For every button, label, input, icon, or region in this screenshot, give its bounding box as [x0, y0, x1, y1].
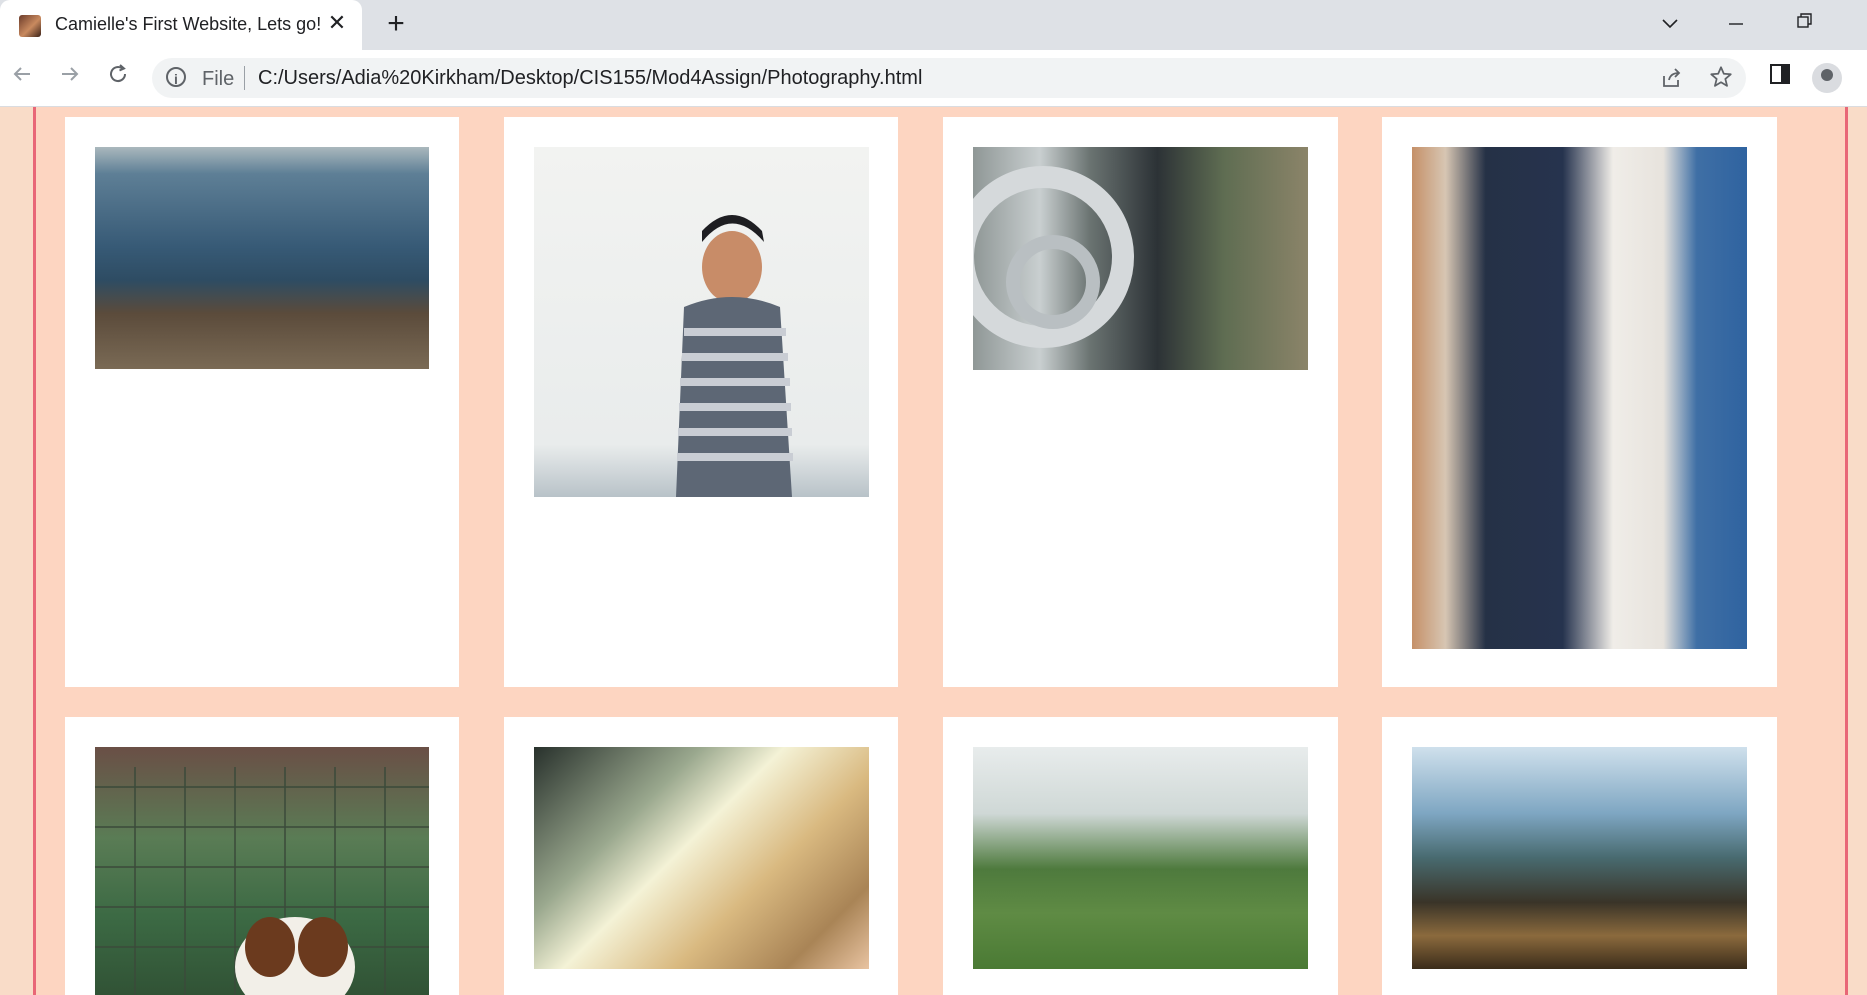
photo-wedding-couple[interactable]: [1412, 147, 1747, 649]
photo-beach-pose[interactable]: [95, 147, 429, 369]
plus-icon[interactable]: +: [380, 9, 412, 41]
minimize-icon[interactable]: [1716, 8, 1756, 40]
gallery-card: [504, 717, 898, 995]
divider: [244, 66, 245, 90]
photo-man-striped-shirt[interactable]: [534, 147, 869, 497]
photo-field-costumes[interactable]: [973, 747, 1308, 969]
browser-tab[interactable]: Camielle's First Website, Lets go! ✕: [0, 0, 362, 50]
photo-fluffy-dog[interactable]: [534, 747, 869, 969]
page-content: [0, 107, 1867, 995]
photo-dog-fence[interactable]: [95, 747, 429, 995]
sidebar-icon[interactable]: [1764, 62, 1796, 94]
gallery-card: [943, 717, 1338, 995]
address-bar[interactable]: i File C:/Users/Adia%20Kirkham/Desktop/C…: [152, 58, 1746, 98]
photo-spiral-sculpture[interactable]: [952, 147, 1308, 370]
scheme-label: File: [202, 68, 235, 90]
gallery-card: [1382, 117, 1777, 687]
restore-icon[interactable]: [1785, 8, 1825, 40]
gallery-card: [504, 117, 898, 687]
back-icon[interactable]: [6, 62, 38, 94]
info-icon[interactable]: i: [166, 67, 186, 87]
chevron-down-icon[interactable]: [1650, 8, 1690, 40]
gallery-card: [65, 117, 459, 687]
photo-cave-lake[interactable]: [1412, 747, 1747, 969]
gallery-panel: [33, 107, 1848, 995]
star-icon[interactable]: [1708, 64, 1734, 97]
gallery-card: [943, 117, 1338, 687]
tab-strip: Camielle's First Website, Lets go! ✕ +: [0, 0, 1867, 50]
profile-icon[interactable]: [1812, 63, 1842, 93]
forward-icon[interactable]: [54, 62, 86, 94]
favicon-icon: [19, 15, 41, 37]
url-text[interactable]: C:/Users/Adia%20Kirkham/Desktop/CIS155/M…: [258, 67, 922, 90]
tab-title: Camielle's First Website, Lets go!: [55, 14, 322, 34]
reload-icon[interactable]: [102, 62, 134, 94]
share-icon[interactable]: [1660, 66, 1684, 96]
gallery-card: [65, 717, 459, 995]
close-icon[interactable]: ✕: [325, 11, 349, 35]
gallery-card: [1382, 717, 1777, 995]
browser-toolbar: i File C:/Users/Adia%20Kirkham/Desktop/C…: [0, 50, 1867, 107]
